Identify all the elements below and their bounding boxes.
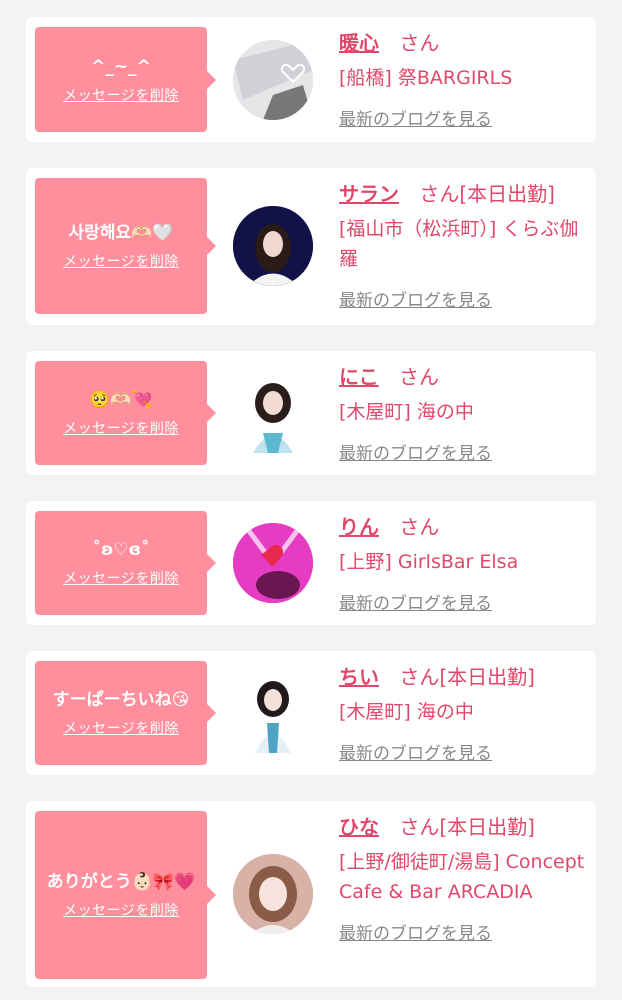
cast-name-link[interactable]: サラン [339, 182, 399, 206]
avatar[interactable] [233, 673, 313, 753]
delete-message-link[interactable]: メッセージを削除 [63, 718, 179, 738]
message-bubble: ˚ʚ♡ɞ˚ メッセージを削除 [35, 511, 216, 615]
avatar-image [233, 854, 313, 934]
cast-name-link[interactable]: にこ [339, 365, 379, 389]
blog-link[interactable]: 最新のブログを見る [339, 439, 589, 464]
blog-link[interactable]: 最新のブログを見る [339, 105, 589, 130]
shop-label: [福山市（松浜町）] くらぶ伽羅 [339, 218, 579, 270]
attendance-badge: [本日出勤] [439, 815, 535, 839]
shop-label: [上野] GirlsBar Elsa [339, 551, 519, 573]
list-item: すーぱーちいね😘 メッセージを削除 ちい さん[本日出勤] [木屋町] 海の中 … [26, 651, 596, 775]
shop-label: [木屋町] 海の中 [339, 401, 474, 423]
delete-message-link[interactable]: メッセージを削除 [63, 85, 179, 105]
honorific-label: さん [399, 665, 440, 689]
honorific-label: さん [399, 31, 440, 55]
attendance-badge: [本日出勤] [459, 182, 555, 206]
avatar[interactable] [233, 40, 313, 120]
avatar[interactable] [233, 523, 313, 603]
honorific-label: さん [399, 815, 440, 839]
shop-label: [船橋] 祭BARGIRLS [339, 67, 513, 89]
message-text: 사랑해요🫶🏻🤍 [68, 223, 174, 243]
honorific-label: さん [398, 365, 439, 389]
cast-name-link[interactable]: ひな [339, 815, 379, 839]
delete-message-link[interactable]: メッセージを削除 [63, 418, 179, 438]
avatar-image [233, 40, 313, 120]
shop-label: [木屋町] 海の中 [339, 701, 474, 723]
message-bubble: ^_~_^ メッセージを削除 [35, 27, 216, 132]
avatar-image [233, 373, 313, 453]
honorific-label: さん [419, 182, 460, 206]
list-item: 사랑해요🫶🏻🤍 メッセージを削除 サラン さん[本日出勤] [福山市（松浜町）]… [26, 168, 596, 325]
list-item: ^_~_^ メッセージを削除 暖心 さん [船橋] 祭BARGIRLS 最新のブ… [26, 17, 596, 142]
message-text: 🥺🫶🏻💘 [89, 390, 153, 410]
avatar-image [233, 673, 313, 753]
cast-name-link[interactable]: ちい [339, 665, 379, 689]
delete-message-link[interactable]: メッセージを削除 [63, 568, 179, 588]
avatar-image [233, 206, 313, 286]
message-bubble: 🥺🫶🏻💘 メッセージを削除 [35, 361, 216, 465]
message-bubble: すーぱーちいね😘 メッセージを削除 [35, 661, 216, 765]
avatar-image [233, 523, 313, 603]
cast-name-link[interactable]: りん [339, 515, 379, 539]
blog-link[interactable]: 最新のブログを見る [339, 739, 589, 764]
honorific-label: さん [399, 515, 440, 539]
message-text: すーぱーちいね😘 [52, 690, 190, 710]
list-item: ˚ʚ♡ɞ˚ メッセージを削除 りん さん [上野] GirlsBar Elsa … [26, 501, 596, 625]
blog-link[interactable]: 最新のブログを見る [339, 589, 589, 614]
avatar[interactable] [233, 854, 313, 934]
blog-link[interactable]: 最新のブログを見る [339, 286, 589, 311]
message-text: ありがとう👶🏻🎀💗 [46, 872, 196, 892]
blog-link[interactable]: 最新のブログを見る [339, 919, 589, 944]
delete-message-link[interactable]: メッセージを削除 [63, 900, 179, 920]
message-text: ^_~_^ [91, 56, 151, 77]
message-bubble: 사랑해요🫶🏻🤍 メッセージを削除 [35, 178, 216, 314]
list-item: ありがとう👶🏻🎀💗 メッセージを削除 ひな さん[本日出勤] [上野/御徒町/湯… [26, 801, 596, 987]
list-item: 🥺🫶🏻💘 メッセージを削除 にこ さん [木屋町] 海の中 最新のブログを見る [26, 351, 596, 475]
shop-label: [上野/御徒町/湯島] Concept Cafe & Bar ARCADIA [339, 851, 585, 903]
avatar[interactable] [233, 206, 313, 286]
cast-name-link[interactable]: 暖心 [339, 31, 379, 55]
attendance-badge: [本日出勤] [439, 665, 535, 689]
delete-message-link[interactable]: メッセージを削除 [63, 251, 179, 271]
message-text: ˚ʚ♡ɞ˚ [92, 540, 150, 560]
avatar[interactable] [233, 373, 313, 453]
message-bubble: ありがとう👶🏻🎀💗 メッセージを削除 [35, 811, 216, 979]
message-list: ^_~_^ メッセージを削除 暖心 さん [船橋] 祭BARGIRLS 最新のブ… [0, 0, 622, 1000]
